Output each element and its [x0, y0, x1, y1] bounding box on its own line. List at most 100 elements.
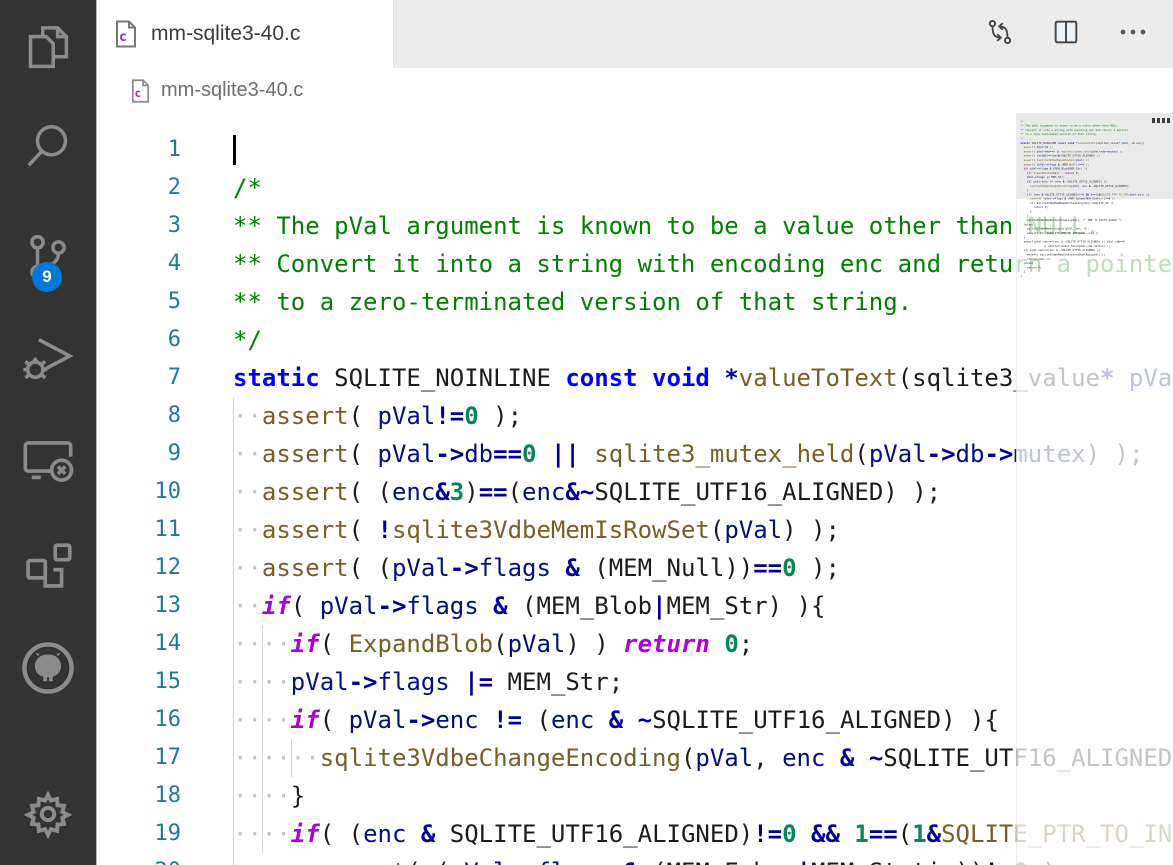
- code-line-text: ····pVal->flags |= MEM_Str;: [1020, 176, 1064, 179]
- code-line: 5** to a zero-terminated version of that…: [97, 283, 1173, 321]
- indent-guide: [291, 739, 292, 777]
- line-number[interactable]: 9: [97, 435, 181, 473]
- line-number[interactable]: 6: [97, 321, 181, 359]
- code-line-text: ··assert( (enc&3)==(enc&~SQLITE_UTF16_AL…: [233, 473, 941, 511]
- minimap-content: /*** The pVal argument is known to be a …: [1017, 115, 1156, 278]
- manage-button[interactable]: [0, 784, 96, 844]
- c-file-icon: c: [131, 79, 150, 103]
- sidebar-item-remote-explorer[interactable]: [0, 432, 96, 492]
- open-changes-button[interactable]: [985, 17, 1015, 52]
- line-number[interactable]: 13: [97, 587, 181, 625]
- code-line-text: }: [1020, 274, 1022, 277]
- code-line-text: static SQLITE_NOINLINE const void *value…: [1020, 141, 1144, 144]
- minimap[interactable]: /*** The pVal argument is known to be a …: [1016, 113, 1173, 865]
- code-line-text: ··assert( (pVal->flags & (MEM_Null))==0 …: [1020, 163, 1089, 166]
- code-line: 10 ··assert( (enc&3)==(enc&~SQLITE_UTF16_…: [97, 473, 1173, 511]
- compare-changes-icon: [985, 17, 1015, 52]
- sidebar-item-source-control[interactable]: 9: [0, 228, 96, 288]
- line-number[interactable]: 12: [97, 549, 181, 587]
- code-line: 3** The pVal argument is known to be a v…: [97, 207, 1173, 245]
- line-number[interactable]: 3: [97, 207, 181, 245]
- breadcrumb-file-label: mm-sqlite3-40.c: [161, 79, 303, 102]
- code-line: 9··assert( pVal->db==0 || sqlite3_mutex_…: [97, 435, 1173, 473]
- code-line-text: || sqlite3_mutex_held(pVal->db->mutex) )…: [1020, 244, 1110, 247]
- code-line-text: ····if( pVal->enc != (enc & ~SQLITE_UTF1…: [233, 701, 999, 739]
- code-line-text: if( pVal->enc==(enc & ~SQLITE_UTF16_ALIG…: [1020, 249, 1100, 252]
- line-number[interactable]: 2: [97, 169, 181, 207]
- code-line-text: ** Convert it into a string with encodin…: [1020, 128, 1128, 131]
- code-line-text: ····pVal->flags |= MEM_Str;: [233, 663, 623, 701]
- line-number[interactable]: 15: [97, 663, 181, 701]
- line-number[interactable]: 11: [97, 511, 181, 549]
- code-line-text: ** The pVal argument is known to be a va…: [1020, 124, 1118, 127]
- github-icon: [19, 639, 77, 697]
- sidebar-item-explorer[interactable]: [0, 18, 96, 78]
- editor-group: c mm-sqlite3-40.c: [96, 0, 1173, 865]
- indent-guide: [262, 625, 263, 853]
- tab-actions: [985, 0, 1149, 68]
- code-line: 13··if( pVal->flags & (MEM_Blob|MEM_Str)…: [97, 587, 1173, 625]
- files-icon: [20, 20, 76, 76]
- code-line-text: sqlite3VdbeMemNulTerminate(pVal); /* IMP…: [1020, 219, 1121, 222]
- split-editor-button[interactable]: [1051, 17, 1081, 52]
- sidebar-item-search[interactable]: [0, 116, 96, 176]
- code-line-text: ····}: [1020, 189, 1028, 192]
- line-number[interactable]: 16: [97, 701, 181, 739]
- tab-label: mm-sqlite3-40.c: [151, 22, 300, 46]
- ellipsis-icon: [1117, 17, 1149, 52]
- line-number[interactable]: 20: [97, 853, 181, 865]
- c-file-icon: c: [115, 20, 137, 48]
- code-line-text: }: [1020, 236, 1025, 239]
- line-number[interactable]: 14: [97, 625, 181, 663]
- svg-text:c: c: [135, 87, 142, 100]
- sidebar-item-extensions[interactable]: [0, 536, 96, 596]
- code-line-text: ····}: [233, 777, 305, 815]
- code-line-text: sqlite3VdbeMemStringify(pVal, enc, 0);: [1020, 227, 1089, 230]
- code-lines: 12/*3** The pVal argument is known to be…: [97, 131, 1173, 865]
- code-line-text: }: [1020, 214, 1028, 217]
- code-line: 8 ··assert( pVal!=0 );: [97, 397, 1173, 435]
- code-line-text: ··assert( !sqlite3VdbeMemIsRowSet(pVal) …: [1020, 159, 1089, 162]
- line-number[interactable]: 19: [97, 815, 181, 853]
- code-line-text: return 0;: [1020, 206, 1048, 209]
- line-number[interactable]: 17: [97, 739, 181, 777]
- code-line-text: ······assert( (pVal->flags & (MEM_Ephem|…: [1020, 197, 1115, 200]
- code-line-text: ··assert( pVal!=0 );: [233, 397, 522, 435]
- code-line: 1: [97, 131, 1173, 169]
- search-icon: [20, 118, 76, 174]
- sidebar-item-github[interactable]: [0, 638, 96, 698]
- code-editor[interactable]: 12/*3** The pVal argument is known to be…: [97, 113, 1173, 865]
- code-line-text: assert( sqlite3VdbeMemConsistentDualRep(…: [1020, 253, 1105, 256]
- code-line: 15 ····pVal->flags |= MEM_Str;: [97, 663, 1173, 701]
- line-number[interactable]: 5: [97, 283, 181, 321]
- code-line-text: /*: [1020, 120, 1023, 123]
- line-number[interactable]: 7: [97, 359, 181, 397]
- line-number[interactable]: 18: [97, 777, 181, 815]
- code-line-text: return 0;: [1020, 266, 1041, 269]
- line-number[interactable]: 8: [97, 397, 181, 435]
- code-line-text: ······sqlite3VdbeChangeEncoding(pVal, en…: [1020, 184, 1129, 187]
- sidebar-item-run-debug[interactable]: [0, 326, 96, 386]
- code-line: 2/*: [97, 169, 1173, 207]
- source-control-icon: 9: [20, 230, 76, 286]
- line-number[interactable]: 4: [97, 245, 181, 283]
- code-line-text: }: [1020, 210, 1031, 213]
- code-line-text: */: [1020, 137, 1023, 140]
- indent-guide: [233, 397, 234, 865]
- extensions-icon: [19, 537, 77, 595]
- line-number[interactable]: 10: [97, 473, 181, 511]
- debug-icon: [19, 327, 77, 385]
- gear-icon: [19, 785, 77, 843]
- scm-badge: 9: [32, 262, 62, 292]
- code-line-text: }else{: [1020, 262, 1033, 265]
- code-line-text: return pVal->z;: [1020, 257, 1051, 260]
- more-actions-button[interactable]: [1117, 17, 1149, 52]
- tab-mm-sqlite3-40[interactable]: c mm-sqlite3-40.c: [97, 0, 394, 68]
- code-line: 11··assert( !sqlite3VdbeMemIsRowSet(pVal…: [97, 511, 1173, 549]
- code-line: 18 ····}: [97, 777, 1173, 815]
- code-line: 7static SQLITE_NOINLINE const void *valu…: [97, 359, 1173, 397]
- breadcrumb[interactable]: c mm-sqlite3-40.c: [97, 68, 1173, 113]
- split-editor-icon: [1051, 17, 1081, 52]
- line-number[interactable]: 1: [97, 131, 181, 169]
- code-line-text: */: [233, 321, 262, 359]
